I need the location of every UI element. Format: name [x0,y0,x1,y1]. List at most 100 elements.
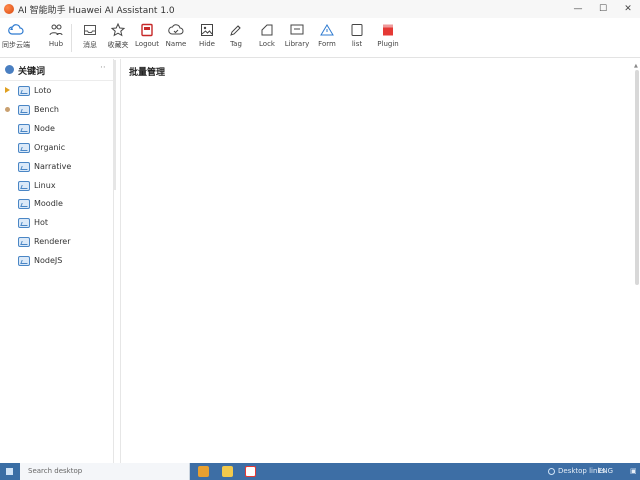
toolbar-item-cloud-sync[interactable]: 同步云端 [2,22,30,54]
more-options-button[interactable]: ·· [100,63,106,73]
tree-item-label: Loto [34,86,52,95]
toolbar-item-tag[interactable]: Tag [222,22,250,54]
folder-icon [18,199,30,209]
tree-item-label: NodeJS [34,256,63,265]
tree-item-label: Moodle [34,199,63,208]
toolbar-label: Plugin [377,40,399,48]
scroll-up-arrow-icon[interactable]: ▲ [634,63,638,69]
toolbar-item-messages[interactable]: 消息 [76,22,104,54]
tree-item[interactable]: NodeJS [0,252,112,270]
folder-icon [18,124,30,134]
folder-icon [18,105,30,115]
cloud-sync-icon [8,24,24,35]
toolbar-label: Lock [259,40,275,48]
tree-item-label: Hot [34,218,49,227]
tree-item[interactable]: Linux [0,177,112,195]
tree-item[interactable]: Loto [0,82,112,100]
pen-icon [230,25,241,36]
folder-icon [18,256,30,266]
title-bar: AI 智能助手 Huawei AI Assistant 1.0 — ☐ ✕ [0,0,640,18]
toolbar-label: Library [284,40,310,48]
notification-icon[interactable]: ▣ [630,467,637,475]
toolbar-item-form[interactable]: Form [313,22,341,54]
start-button[interactable] [0,463,20,480]
system-tray: Desktop links ENG ▣ [510,463,640,480]
taskbar: Search desktop Desktop links ENG ▣ [0,463,640,480]
toolbar-label: Form [318,40,336,48]
toolbar-separator [71,24,72,52]
minimize-button[interactable]: — [566,1,590,17]
toolbar-label: Name [165,40,187,48]
tree-item[interactable]: Bench [0,101,112,119]
toolbar-item-library[interactable]: Library [283,22,311,54]
tree-item-label: Linux [34,181,56,190]
tree-item[interactable]: Hot [0,214,112,232]
taskbar-app-assistant-icon[interactable] [245,466,256,477]
tree-header: 关键词 ·· [0,59,114,81]
logout-icon [141,23,153,37]
toolbar-label: Hide [199,40,215,48]
batch-manage-panel: 批量管理 [120,59,635,463]
globe-icon [5,65,14,74]
tray-network-icon[interactable] [548,468,555,475]
tree-item-label: Renderer [34,237,71,246]
toolbar: 同步云端 Hub 消息 收藏夹 Logout Name Hide Tag Loc… [0,18,640,58]
star-icon [110,22,126,37]
folder-icon [18,181,30,191]
folder-icon [18,237,30,247]
toolbar-item-hub[interactable]: Hub [42,22,70,54]
folder-icon [18,218,30,228]
red-box-icon [383,24,393,36]
toolbar-item-favorites[interactable]: 收藏夹 [104,22,132,54]
toolbar-item-list[interactable]: list [343,22,371,54]
keyword-tree-pane: 关键词 ·· Loto Bench Node Organic Narrative [0,59,114,463]
taskbar-app-folder-icon[interactable] [222,466,233,477]
folder-icon [18,162,30,172]
tree-item[interactable]: Renderer [0,233,112,251]
taskbar-apps [190,463,510,480]
taskbar-search-placeholder: Search desktop [28,467,83,475]
picture-icon [201,24,213,36]
taskbar-search[interactable]: Search desktop [20,463,190,480]
tree-item-label: Node [34,124,55,133]
toolbar-label: Hub [48,40,64,48]
toolbar-item-lock[interactable]: Lock [253,22,281,54]
inbox-icon [84,25,96,35]
toolbar-item-hide[interactable]: Hide [193,22,221,54]
window-title: AI 智能助手 Huawei AI Assistant 1.0 [18,6,175,16]
left-pane-scrollbar[interactable] [113,60,116,190]
tray-language[interactable]: ENG [598,467,613,475]
tree-item-label: Narrative [34,162,72,171]
toolbar-label: Logout [135,40,159,48]
cloud-check-icon [168,24,184,35]
toolbar-label: 消息 [83,41,97,49]
warning-cloud-icon [320,24,334,36]
toolbar-label: 同步云端 [2,41,30,49]
maximize-button[interactable]: ☐ [591,1,615,17]
panel-title: 批量管理 [129,68,166,78]
tree-item-label: Bench [34,105,59,114]
tree-item[interactable]: Narrative [0,158,112,176]
tree-item[interactable]: Organic [0,139,112,157]
toolbar-item-plugin[interactable]: Plugin [374,22,402,54]
tree-title: 关键词 [18,67,46,77]
app-logo-icon [4,4,14,14]
tree-item[interactable]: Moodle [0,195,112,213]
toolbar-label: Tag [230,40,242,48]
tree-item[interactable]: Node [0,120,112,138]
toolbar-item-logout[interactable]: Logout [133,22,161,54]
app-window: AI 智能助手 Huawei AI Assistant 1.0 — ☐ ✕ 同步… [0,0,640,463]
monitor-icon [290,24,304,35]
close-button[interactable]: ✕ [616,1,640,17]
toolbar-label: 收藏夹 [107,41,129,49]
toolbar-item-name[interactable]: Name [162,22,190,54]
toolbar-label: list [351,40,363,48]
tree-item-label: Organic [34,143,66,152]
folder-icon [18,143,30,153]
taskbar-app-browser-icon[interactable] [198,466,209,477]
square-icon [351,24,363,36]
folder-icon [18,86,30,96]
content-scrollbar[interactable] [635,70,639,285]
expand-arrow-icon[interactable] [5,87,10,93]
status-dot-icon [5,107,10,112]
